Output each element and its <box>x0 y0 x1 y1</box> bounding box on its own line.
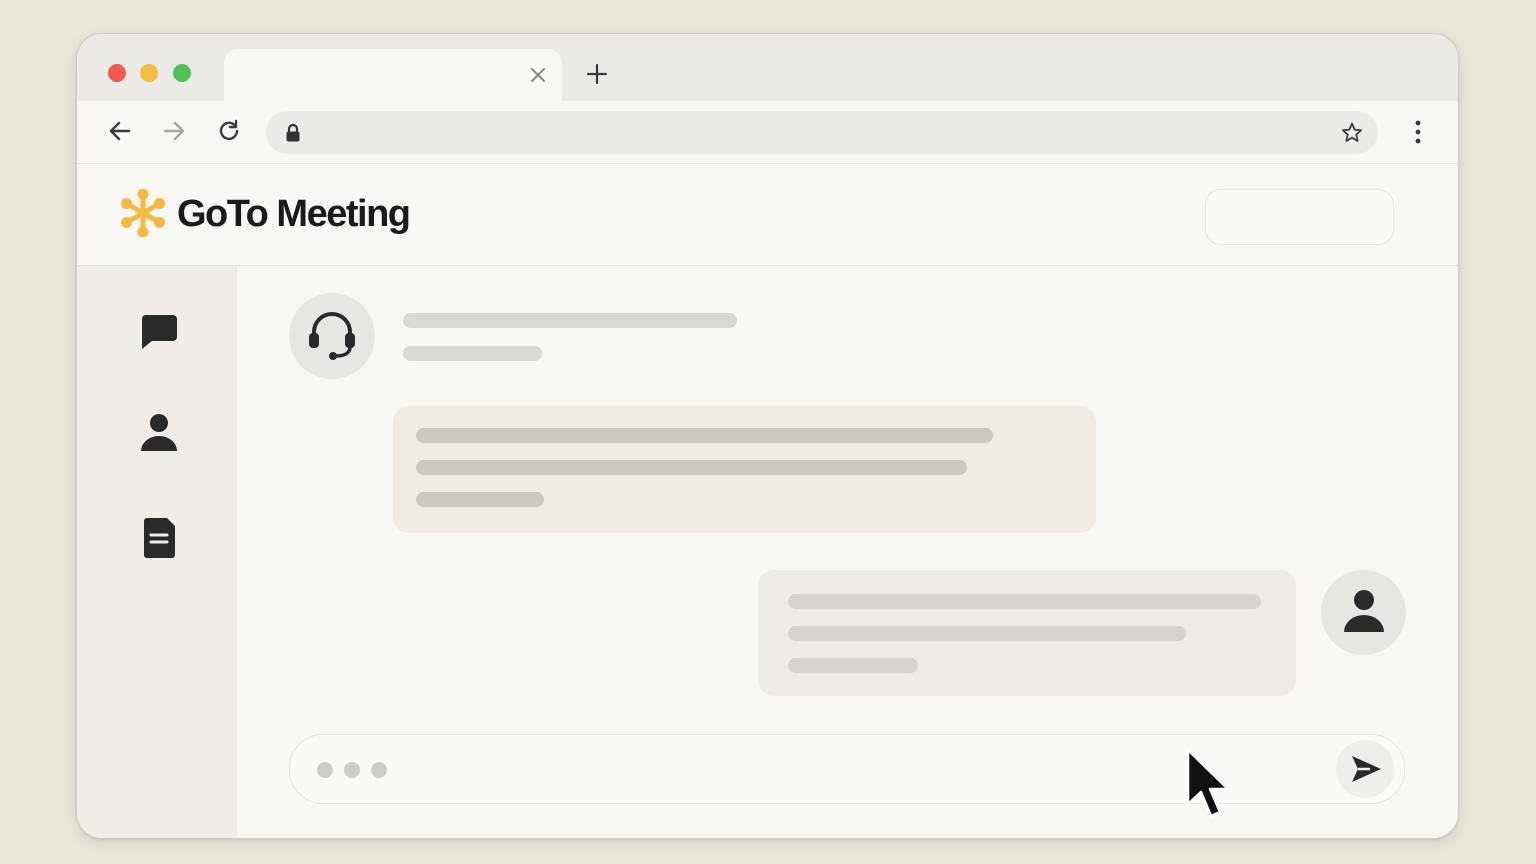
headset-icon <box>309 312 355 360</box>
plus-icon[interactable] <box>585 62 609 86</box>
browser-toolbar <box>77 101 1458 164</box>
send-icon <box>1352 756 1381 782</box>
agent-status-placeholder <box>403 346 542 361</box>
mouse-pointer-icon <box>1186 748 1230 818</box>
arrow-right-icon[interactable] <box>161 118 187 144</box>
brand-name: GoTo Meeting <box>177 193 411 235</box>
header-action-button[interactable] <box>1205 189 1394 245</box>
person-icon <box>1344 590 1384 632</box>
arrow-left-icon[interactable] <box>107 118 133 144</box>
text-line-placeholder <box>416 460 967 475</box>
person-icon[interactable] <box>138 411 180 453</box>
chat-panel <box>237 266 1458 838</box>
text-line-placeholder <box>416 428 993 443</box>
text-line-placeholder <box>788 594 1261 609</box>
typing-indicator-dot <box>317 762 333 778</box>
browser-window: GoTo Meeting <box>76 33 1459 839</box>
star-icon[interactable] <box>1340 121 1364 145</box>
agent-message-bubble <box>393 406 1096 533</box>
text-line-placeholder <box>788 626 1186 641</box>
close-window-button[interactable] <box>108 64 126 82</box>
user-avatar <box>1321 570 1406 655</box>
reload-icon[interactable] <box>216 118 242 144</box>
app-header: GoTo Meeting <box>77 164 1458 266</box>
text-line-placeholder <box>788 658 918 673</box>
message-composer[interactable] <box>289 734 1405 804</box>
document-icon[interactable] <box>138 517 180 559</box>
goto-logo-icon <box>121 189 165 237</box>
address-bar[interactable] <box>266 111 1378 154</box>
chat-bubble-icon[interactable] <box>138 312 180 354</box>
agent-avatar <box>289 293 375 379</box>
lock-icon <box>286 123 300 142</box>
send-button[interactable] <box>1336 740 1394 798</box>
kebab-menu-icon[interactable] <box>1406 119 1430 145</box>
user-message-bubble <box>758 570 1296 696</box>
close-icon[interactable] <box>528 65 548 85</box>
typing-indicator-dot <box>344 762 360 778</box>
maximize-window-button[interactable] <box>173 64 191 82</box>
minimize-window-button[interactable] <box>140 64 158 82</box>
text-line-placeholder <box>416 492 544 507</box>
tab-strip <box>77 34 1458 101</box>
browser-tab[interactable] <box>224 49 562 101</box>
agent-name-placeholder <box>403 313 737 328</box>
typing-indicator-dot <box>371 762 387 778</box>
sidebar <box>77 266 237 838</box>
